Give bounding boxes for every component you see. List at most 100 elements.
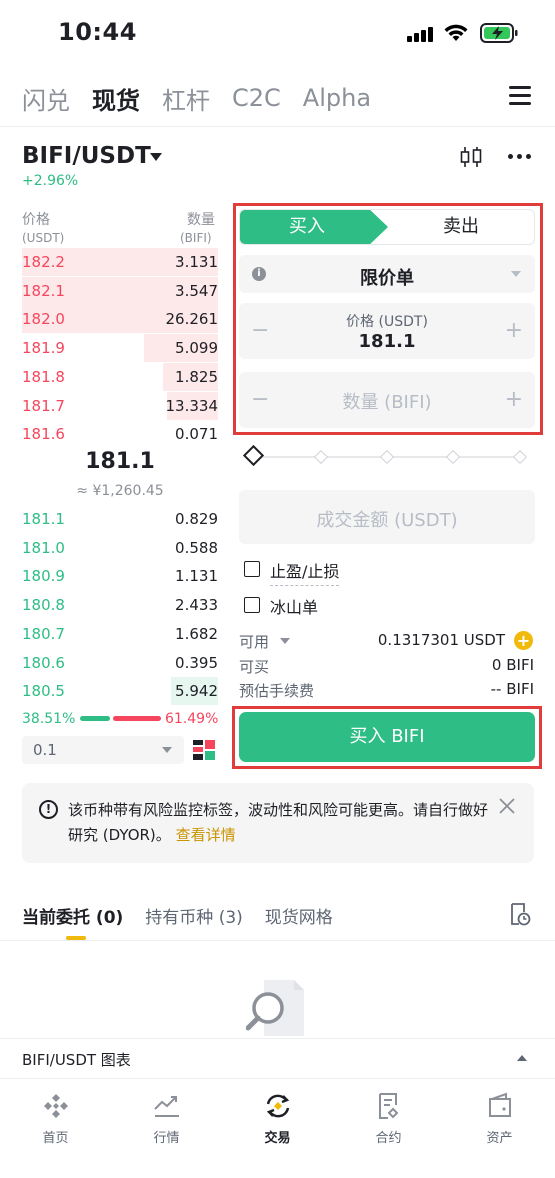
battery-charging-icon [480,23,518,43]
orderbook-price-header: 价格 [22,212,50,228]
bid-row[interactable]: 181.0 0.588 [22,534,218,562]
fee-value: -- BIFI [490,680,534,698]
tab-holdings[interactable]: 持有币种 (3) [145,903,242,928]
fee-label[interactable]: 预估手续费 [239,680,314,701]
ask-price: 182.0 [22,310,65,329]
tab-sell[interactable]: 卖出 [388,210,534,244]
ask-qty: 13.334 [165,396,219,415]
pair-change: +2.96% [22,173,79,189]
ask-row[interactable]: 181.8 1.825 [22,362,218,391]
tab-buy[interactable]: 买入 [240,210,388,244]
bottom-tab-assets-label: 资产 [486,1131,513,1146]
slider-step-100[interactable] [512,449,528,465]
nav-tab-alpha[interactable]: Alpha [303,84,371,112]
tpsl-checkbox[interactable] [244,561,260,577]
more-icon[interactable] [508,154,532,160]
depth-precision-select[interactable]: 0.1 [22,736,184,764]
bottom-tab-assets[interactable]: 资产 [444,1091,555,1146]
chart-bar-label: BIFI/USDT 图表 [22,1051,131,1069]
buy-button[interactable]: 买入 BIFI [239,712,535,762]
ask-price: 181.9 [22,339,65,358]
chevron-down-icon [511,271,521,277]
slider-step-75[interactable] [445,449,461,465]
last-price[interactable]: 181.1 [22,449,218,474]
order-type-select[interactable]: i 限价单 [239,255,535,293]
ask-price: 181.6 [22,425,65,444]
price-increment-button[interactable]: + [505,320,523,342]
bid-qty: 5.942 [175,682,218,701]
iceberg-label[interactable]: 冰山单 [270,594,318,621]
menu-icon[interactable] [509,86,531,106]
bid-row[interactable]: 180.8 2.433 [22,591,218,619]
ask-row[interactable]: 182.1 3.547 [22,276,218,305]
ask-row[interactable]: 181.6 0.071 [22,420,218,448]
total-amount-placeholder: 成交金额 (USDT) [316,510,458,531]
bid-qty: 0.588 [175,538,218,557]
ask-row[interactable]: 181.9 5.099 [22,334,218,363]
bottom-tab-trade[interactable]: 交易 [222,1091,333,1146]
chevron-down-icon[interactable] [280,638,290,644]
available-label[interactable]: 可用 [239,631,269,652]
risk-warning-banner: ! 该币种带有风险监控标签，波动性和风险可能更高。请自行做好研究 (DYOR)。… [22,783,534,863]
candlestick-chart-icon[interactable] [459,146,483,168]
bottom-tab-futures[interactable]: 合约 [333,1091,444,1146]
pair-symbol[interactable]: BIFI/USDT [22,143,151,169]
nav-tab-spot[interactable]: 现货 [92,81,140,116]
bid-qty: 1.682 [175,624,218,643]
bid-price: 180.9 [22,567,65,586]
bottom-tab-markets-label: 行情 [153,1131,180,1146]
total-amount-field[interactable]: 成交金额 (USDT) [239,490,535,544]
order-history-icon[interactable] [509,902,531,926]
price-field-value[interactable]: 181.1 [239,331,535,352]
trade-exchange-icon [266,1094,289,1118]
last-price-fiat: ≈ ¥1,260.45 [76,483,164,499]
ask-row[interactable]: 182.0 26.261 [22,305,219,334]
nav-tab-c2c[interactable]: C2C [232,84,281,112]
chevron-down-icon[interactable] [150,153,162,161]
can-buy-label: 可买 [239,658,270,676]
qty-increment-button[interactable]: + [505,389,523,411]
bid-price: 180.8 [22,596,65,615]
bottom-tab-home[interactable]: 首页 [0,1091,111,1146]
futures-contract-icon [378,1093,398,1119]
view-details-link[interactable]: 查看详情 [176,826,236,844]
quantity-field[interactable]: − 数量 (BIFI) + [239,372,535,428]
bid-row[interactable]: 180.6 0.395 [22,649,218,677]
bottom-tab-markets[interactable]: 行情 [111,1091,222,1146]
bid-row[interactable]: 181.1 0.829 [22,505,218,533]
tab-open-orders[interactable]: 当前委托 (0) [22,903,123,928]
tpsl-label[interactable]: 止盈/止损 [270,558,340,586]
nav-tab-margin[interactable]: 杠杆 [162,81,210,116]
iceberg-checkbox[interactable] [244,597,260,613]
bid-row[interactable]: 180.9 1.131 [22,562,218,590]
ask-row[interactable]: 181.7 13.334 [22,391,219,420]
chevron-up-icon [517,1055,527,1061]
bid-row[interactable]: 180.5 5.942 [22,677,218,706]
chart-toggle-bar[interactable]: BIFI/USDT 图表 [0,1038,555,1078]
bottom-tab-bar: 首页 行情 交易 合约 资产 [0,1078,555,1178]
side-tabs: 买入 卖出 [239,209,535,245]
slider-step-25[interactable] [313,449,329,465]
ask-row[interactable]: 182.2 3.131 [22,248,218,276]
sell-ratio: 61.49% [165,711,219,727]
top-nav: 闪兑 现货 杠杆 C2C Alpha [22,80,393,116]
bid-row[interactable]: 180.7 1.682 [22,620,218,648]
bid-qty: 0.395 [175,653,218,672]
wifi-icon [444,24,468,41]
close-icon[interactable] [498,797,516,815]
available-value: 0.1317301 USDT [377,631,505,649]
orderbook-price-unit: (USDT) [22,231,65,245]
slider-step-50[interactable] [379,449,395,465]
can-buy-value: 0 BIFI [491,656,534,674]
risk-warning-message: 该币种带有风险监控标签，波动性和风险可能更高。请自行做好研究 (DYOR)。 [68,801,489,844]
add-funds-icon[interactable]: + [514,631,533,650]
price-field[interactable]: − 价格 (USDT) 181.1 + [239,303,535,359]
bid-price: 181.0 [22,538,65,557]
binance-logo-icon [43,1094,68,1118]
nav-tab-flash[interactable]: 闪兑 [22,81,70,116]
ask-qty: 26.261 [165,310,219,329]
sell-ratio-bar [113,716,161,721]
tab-spot-grid[interactable]: 现货网格 [265,903,333,928]
orderbook-layout-icon[interactable] [192,738,216,762]
amount-slider-handle[interactable] [242,444,265,467]
